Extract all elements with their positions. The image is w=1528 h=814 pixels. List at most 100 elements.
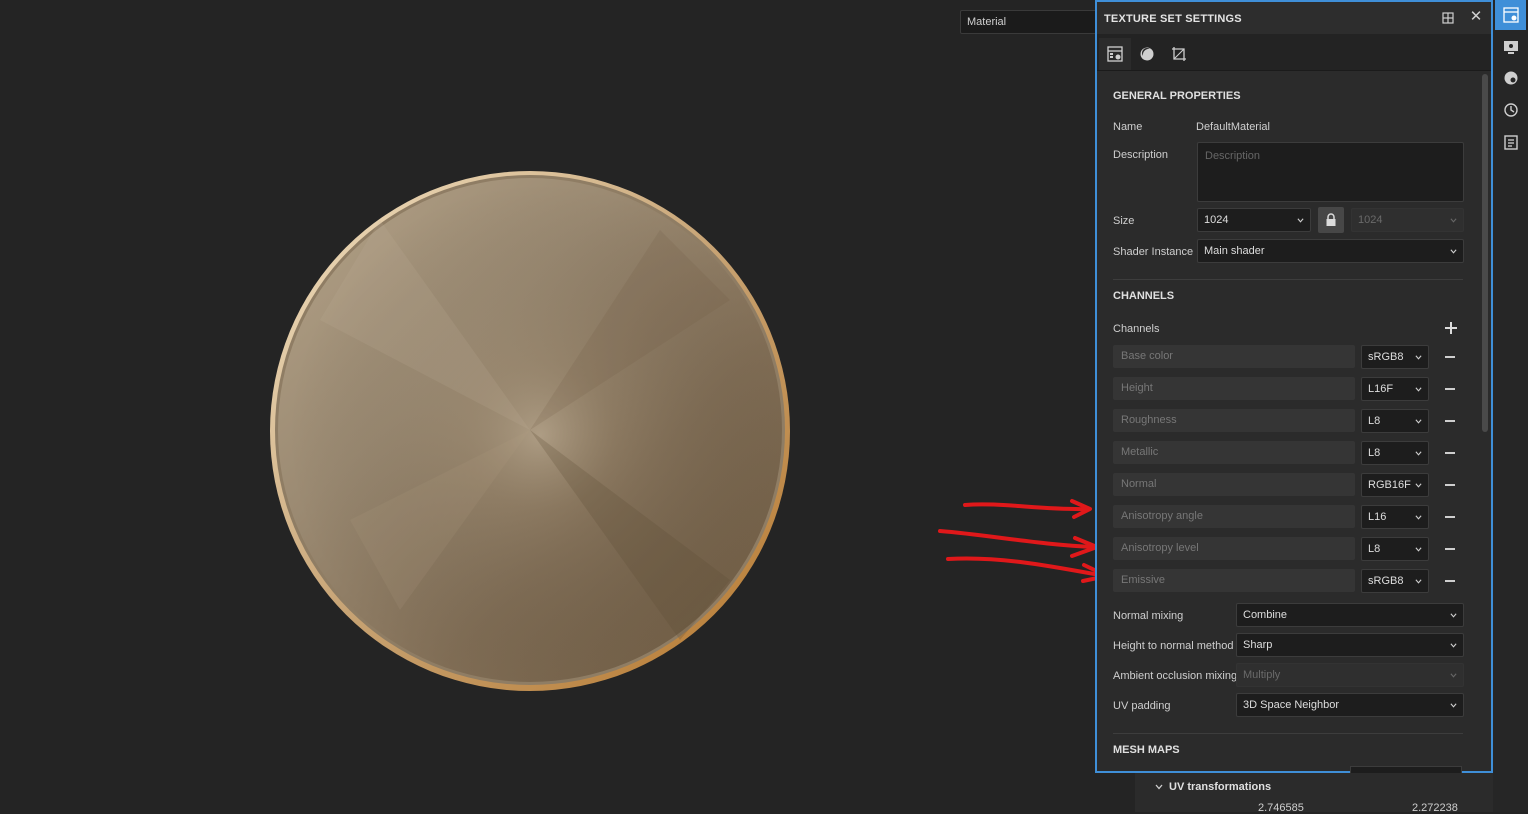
channel-name-roughness[interactable]: Roughness [1113, 409, 1355, 432]
description-label: Description [1113, 149, 1169, 161]
uv-transform-value-1[interactable]: 2.746585 [1258, 802, 1304, 814]
channel-format-value: L16 [1368, 511, 1387, 523]
channel-format-dropdown[interactable]: L16 [1361, 505, 1429, 529]
chevron-down-icon [1415, 483, 1422, 488]
remove-channel-button[interactable] [1445, 420, 1455, 422]
remove-channel-button[interactable] [1445, 452, 1455, 454]
general-properties-title: GENERAL PROPERTIES [1113, 90, 1241, 102]
chevron-down-icon [1415, 387, 1422, 392]
texture-set-settings-toolbar-button[interactable] [1495, 0, 1526, 30]
channel-format-dropdown[interactable]: sRGB8 [1361, 345, 1429, 369]
panel-tab-bar [1097, 34, 1491, 71]
shader-settings-toolbar-button[interactable] [1495, 63, 1526, 93]
channel-name-base-color[interactable]: Base color [1113, 345, 1355, 368]
channel-name-anisotropy-level[interactable]: Anisotropy level [1113, 537, 1355, 560]
channel-format-dropdown[interactable]: L8 [1361, 537, 1429, 561]
size-dropdown[interactable]: 1024 [1197, 208, 1311, 232]
sphere-material-icon [1140, 47, 1154, 61]
channel-format-dropdown[interactable]: L8 [1361, 441, 1429, 465]
tab-texture-set-settings[interactable] [1099, 38, 1131, 70]
channel-format-value: L8 [1368, 543, 1381, 555]
channel-format-dropdown[interactable]: L8 [1361, 409, 1429, 433]
chevron-down-icon [1415, 547, 1422, 552]
normal-mixing-label: Normal mixing [1113, 610, 1184, 622]
history-toolbar-button[interactable] [1495, 95, 1526, 125]
remove-channel-button[interactable] [1445, 356, 1455, 358]
panel-header: TEXTURE SET SETTINGS ✕ [1097, 2, 1491, 34]
chevron-down-icon [1450, 249, 1457, 254]
chevron-down-icon [1415, 451, 1422, 456]
tab-uv[interactable] [1163, 38, 1195, 70]
material-view-dropdown[interactable]: Material [960, 10, 1100, 34]
channel-format-value: L8 [1368, 447, 1381, 459]
height-to-normal-label: Height to normal method [1113, 640, 1234, 652]
remove-channel-button[interactable] [1445, 388, 1455, 390]
channels-title: CHANNELS [1113, 290, 1175, 302]
uv-transform-value-2[interactable]: 2.272238 [1412, 802, 1458, 814]
channel-name-height[interactable]: Height [1113, 377, 1355, 400]
remove-channel-button[interactable] [1445, 484, 1455, 486]
mesh-maps-field-partial[interactable] [1350, 766, 1462, 773]
description-field[interactable]: Description [1197, 142, 1464, 202]
remove-channel-button[interactable] [1445, 580, 1455, 582]
height-to-normal-dropdown[interactable]: Sharp [1236, 633, 1464, 657]
chevron-down-icon [1450, 643, 1457, 648]
3d-viewport[interactable]: Material [0, 0, 1100, 812]
panel-scrollbar[interactable] [1482, 74, 1488, 432]
section-divider [1113, 733, 1463, 734]
lock-icon [1326, 213, 1336, 226]
channel-name-metallic[interactable]: Metallic [1113, 441, 1355, 464]
size-lock-button[interactable] [1318, 207, 1344, 233]
shader-instance-dropdown[interactable]: Main shader [1197, 239, 1464, 263]
uv-padding-label: UV padding [1113, 700, 1171, 712]
shader-instance-value: Main shader [1204, 245, 1265, 257]
ao-mixing-label: Ambient occlusion mixing [1113, 670, 1238, 682]
dock-icon[interactable] [1441, 11, 1455, 25]
chevron-down-icon [1450, 673, 1457, 678]
tab-material[interactable] [1131, 38, 1163, 70]
display-settings-toolbar-button[interactable] [1495, 32, 1526, 62]
log-toolbar-button[interactable] [1495, 127, 1526, 157]
channel-name-emissive[interactable]: Emissive [1113, 569, 1355, 592]
remove-channel-button[interactable] [1445, 548, 1455, 550]
uv-transformations-section: UV transformations 2.746585 2.272238 [1135, 773, 1493, 814]
channel-format-dropdown[interactable]: L16F [1361, 377, 1429, 401]
metal-disc-preview [270, 171, 790, 691]
texture-set-settings-icon [1503, 7, 1519, 23]
chevron-down-icon [1415, 419, 1422, 424]
name-value[interactable]: DefaultMaterial [1196, 121, 1270, 133]
remove-channel-button[interactable] [1445, 516, 1455, 518]
channel-format-value: sRGB8 [1368, 575, 1404, 587]
channel-format-value: L16F [1368, 383, 1394, 395]
history-icon [1504, 103, 1518, 117]
ao-mixing-dropdown: Multiply [1236, 663, 1464, 687]
texture-set-settings-panel: TEXTURE SET SETTINGS ✕ GENERAL PROPERTIE… [1095, 0, 1493, 773]
globe-icon [1504, 71, 1518, 85]
close-icon[interactable]: ✕ [1469, 9, 1483, 24]
channel-name-anisotropy-angle[interactable]: Anisotropy angle [1113, 505, 1355, 528]
height-to-normal-value: Sharp [1243, 639, 1273, 651]
name-label: Name [1113, 121, 1143, 133]
channel-format-dropdown[interactable]: RGB16F [1361, 473, 1429, 497]
size-height-dropdown: 1024 [1351, 208, 1464, 232]
chevron-down-icon [1450, 218, 1457, 223]
channel-name-normal[interactable]: Normal [1113, 473, 1355, 496]
uv-padding-dropdown[interactable]: 3D Space Neighbor [1236, 693, 1464, 717]
chevron-down-icon [1450, 703, 1457, 708]
channel-format-dropdown[interactable]: sRGB8 [1361, 569, 1429, 593]
normal-mixing-value: Combine [1243, 609, 1288, 621]
mesh-maps-title: MESH MAPS [1113, 744, 1180, 756]
clipboard-icon [1504, 135, 1518, 150]
uv-transformations-title[interactable]: UV transformations [1169, 781, 1271, 793]
chevron-down-icon[interactable] [1155, 783, 1163, 791]
chevron-down-icon [1415, 355, 1422, 360]
add-channel-icon[interactable] [1445, 322, 1457, 334]
chevron-down-icon [1297, 218, 1304, 223]
channel-format-value: L8 [1368, 415, 1381, 427]
channel-format-value: sRGB8 [1368, 351, 1404, 363]
size-locked-value: 1024 [1358, 214, 1383, 226]
size-value: 1024 [1204, 214, 1229, 226]
channel-format-value: RGB16F [1368, 479, 1411, 491]
normal-mixing-dropdown[interactable]: Combine [1236, 603, 1464, 627]
ao-mixing-value: Multiply [1243, 669, 1281, 681]
